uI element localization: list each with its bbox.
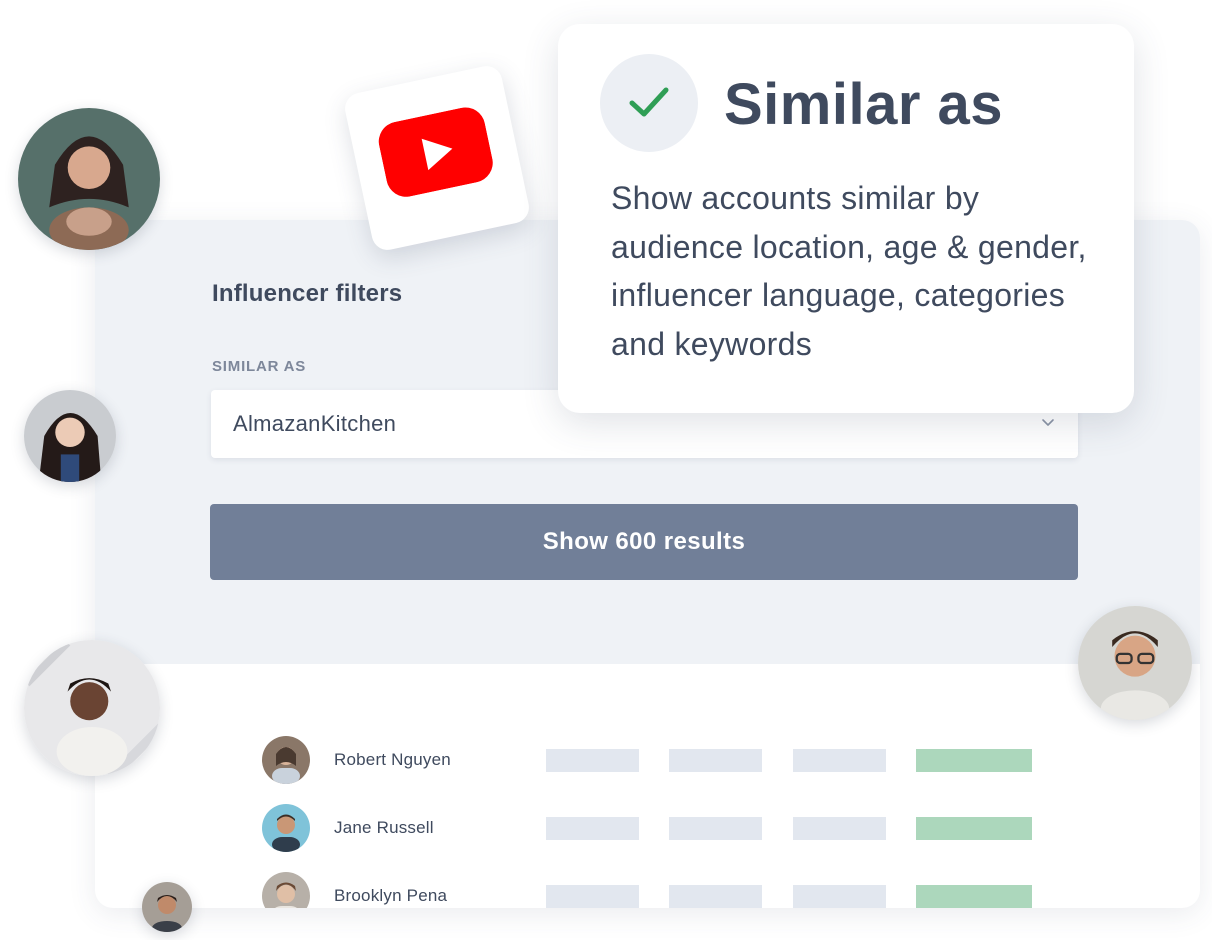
check-badge (600, 54, 698, 152)
result-row[interactable]: Robert Nguyen (262, 736, 1042, 786)
result-name: Robert Nguyen (334, 750, 451, 769)
placeholder-bar (793, 749, 886, 772)
result-row[interactable]: Jane Russell (262, 804, 1042, 854)
chevron-down-icon (1042, 419, 1054, 426)
placeholder-bar (669, 817, 762, 840)
placeholder-bar (793, 817, 886, 840)
highlight-bar (916, 885, 1032, 908)
avatar (262, 872, 310, 908)
tooltip-description: Show accounts similar by audience locati… (611, 180, 1087, 362)
similar-as-label: SIMILAR AS (212, 358, 307, 375)
youtube-icon (378, 107, 493, 197)
avatar (142, 882, 192, 932)
placeholder-bar (669, 885, 762, 908)
tooltip-title: Similar as (724, 72, 1004, 137)
placeholder-bar (793, 885, 886, 908)
filters-title: Influencer filters (212, 280, 403, 307)
placeholder-bar (669, 749, 762, 772)
avatar (24, 390, 116, 482)
similar-as-tooltip: Similar as Show accounts similar by audi… (558, 24, 1134, 413)
avatar (24, 640, 160, 776)
highlight-bar (916, 749, 1032, 772)
avatar (262, 736, 310, 784)
result-row[interactable]: Brooklyn Pena (262, 872, 1042, 908)
placeholder-bar (546, 817, 639, 840)
highlight-bar (916, 817, 1032, 840)
avatar (1078, 606, 1192, 720)
placeholder-bar (546, 885, 639, 908)
results-list: Robert Nguyen Jane Russell Brooklyn Pena (95, 664, 1200, 908)
youtube-tile (342, 63, 532, 253)
avatar (262, 804, 310, 852)
check-icon (629, 87, 669, 117)
similar-as-value: AlmazanKitchen (233, 411, 397, 436)
result-name: Jane Russell (334, 818, 434, 837)
result-name: Brooklyn Pena (334, 886, 448, 905)
page: Influencer filters SIMILAR AS AlmazanKit… (0, 0, 1212, 940)
show-results-button[interactable]: Show 600 results (210, 504, 1078, 580)
placeholder-bar (546, 749, 639, 772)
avatar (18, 108, 160, 250)
